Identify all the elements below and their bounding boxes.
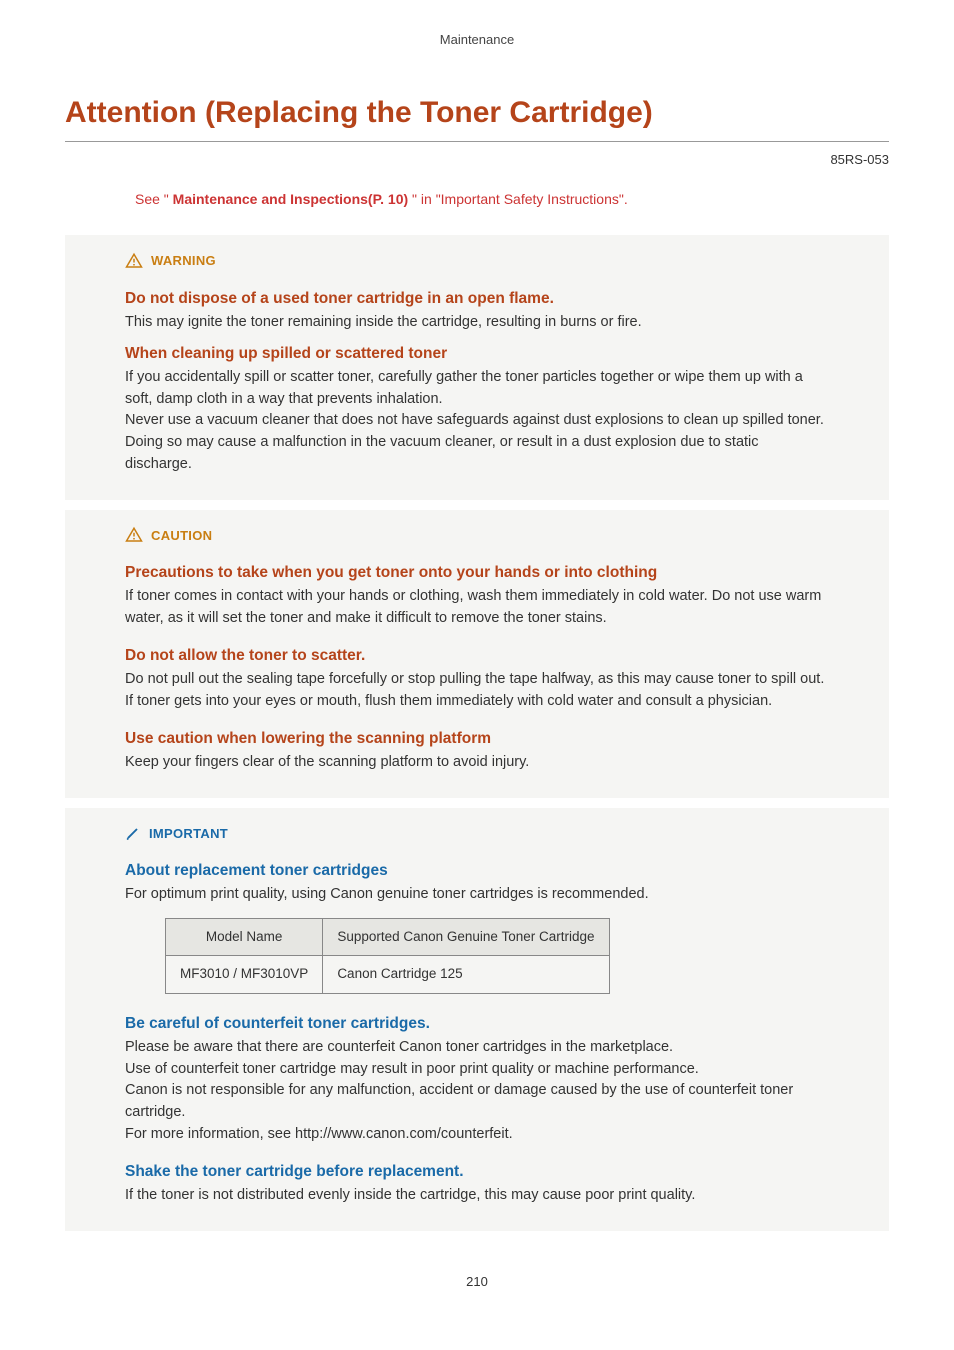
warning-heading-1: Do not dispose of a used toner cartridge… [125, 287, 829, 310]
warning-panel: WARNING Do not dispose of a used toner c… [65, 234, 889, 501]
important-pen-icon [125, 825, 141, 841]
warning-label: WARNING [151, 251, 216, 271]
table-header-model: Model Name [166, 919, 323, 956]
important-label-row: IMPORTANT [125, 824, 829, 844]
warning-heading-2: When cleaning up spilled or scattered to… [125, 342, 829, 365]
important-body-1: For optimum print quality, using Canon g… [125, 884, 829, 906]
important-panel: IMPORTANT About replacement toner cartri… [65, 807, 889, 1232]
caution-panel: CAUTION Precautions to take when you get… [65, 509, 889, 799]
header-category: Maintenance [65, 30, 889, 50]
table-cell-cartridge: Canon Cartridge 125 [323, 956, 609, 993]
table-header-cartridge: Supported Canon Genuine Toner Cartridge [323, 919, 609, 956]
caution-body-2: Do not pull out the sealing tape forcefu… [125, 669, 829, 713]
warning-triangle-icon [125, 252, 143, 270]
caution-heading-1: Precautions to take when you get toner o… [125, 561, 829, 584]
important-heading-3: Shake the toner cartridge before replace… [125, 1160, 829, 1183]
important-heading-1: About replacement toner cartridges [125, 859, 829, 882]
page-title: Attention (Replacing the Toner Cartridge… [65, 90, 889, 142]
caution-triangle-icon [125, 526, 143, 544]
caution-body-1: If toner comes in contact with your hand… [125, 586, 829, 630]
caution-heading-3: Use caution when lowering the scanning p… [125, 727, 829, 750]
see-suffix: " in "Important Safety Instructions". [408, 191, 628, 207]
important-body-3: If the toner is not distributed evenly i… [125, 1185, 829, 1207]
warning-body-1: This may ignite the toner remaining insi… [125, 312, 829, 334]
important-body-2: Please be aware that there are counterfe… [125, 1037, 829, 1146]
important-label: IMPORTANT [149, 824, 228, 844]
see-reference: See " Maintenance and Inspections(P. 10)… [65, 189, 889, 210]
caution-body-3: Keep your fingers clear of the scanning … [125, 752, 829, 774]
caution-label-row: CAUTION [125, 526, 829, 546]
see-link[interactable]: Maintenance and Inspections(P. 10) [173, 191, 408, 207]
warning-body-2: If you accidentally spill or scatter ton… [125, 367, 829, 476]
table-header-row: Model Name Supported Canon Genuine Toner… [166, 919, 610, 956]
table-cell-model: MF3010 / MF3010VP [166, 956, 323, 993]
caution-heading-2: Do not allow the toner to scatter. [125, 644, 829, 667]
page-number: 210 [65, 1272, 889, 1292]
table-row: MF3010 / MF3010VP Canon Cartridge 125 [166, 956, 610, 993]
doc-code: 85RS-053 [65, 150, 889, 170]
toner-table: Model Name Supported Canon Genuine Toner… [165, 918, 610, 994]
important-heading-2: Be careful of counterfeit toner cartridg… [125, 1012, 829, 1035]
see-prefix: See " [135, 191, 173, 207]
caution-label: CAUTION [151, 526, 212, 546]
warning-label-row: WARNING [125, 251, 829, 271]
